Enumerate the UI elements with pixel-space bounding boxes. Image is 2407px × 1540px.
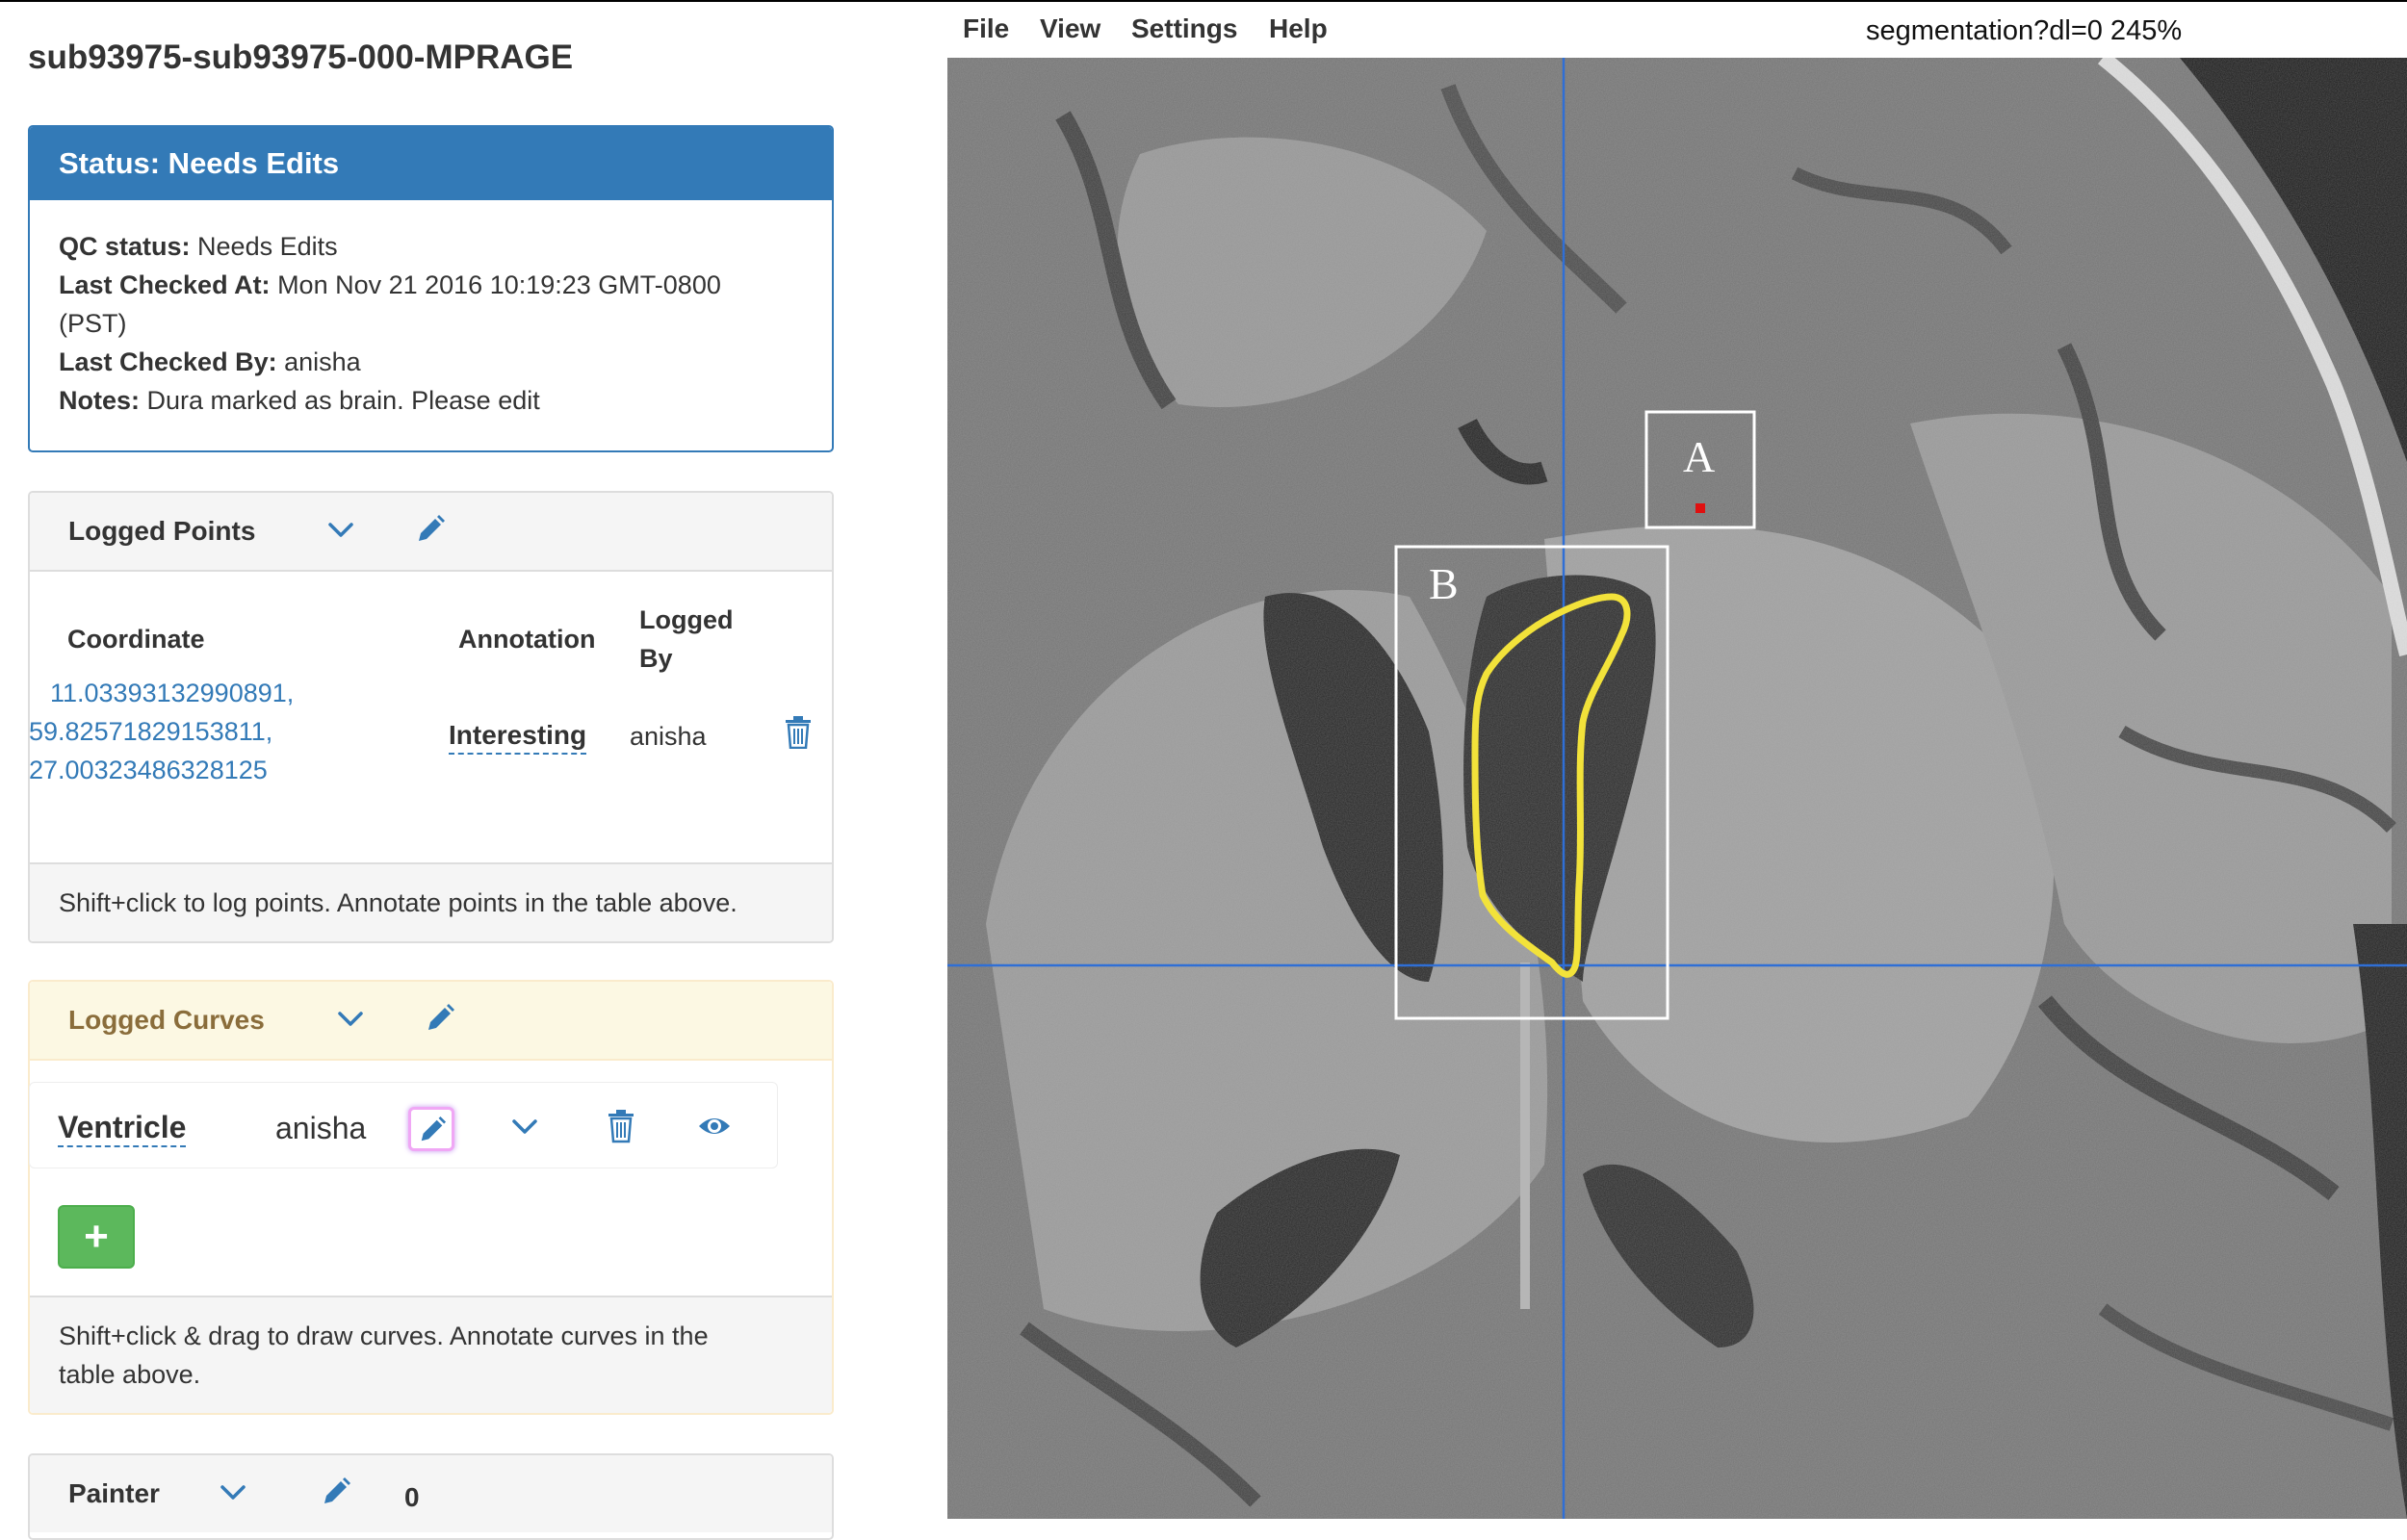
menu-settings[interactable]: Settings: [1131, 13, 1237, 44]
add-curve-button[interactable]: +: [58, 1205, 135, 1269]
chevron-down-icon[interactable]: [508, 1111, 541, 1143]
box-a-label: A: [1683, 432, 1715, 481]
viewer-status-label: segmentation?dl=0 245%: [1866, 15, 2183, 46]
pencil-icon[interactable]: [425, 1003, 455, 1034]
logged-points-title: Logged Points: [68, 516, 256, 546]
pencil-icon[interactable]: [415, 514, 446, 545]
pencil-icon[interactable]: [321, 1476, 351, 1507]
trash-icon[interactable]: [607, 1109, 635, 1143]
last-checked-by-line: Last Checked By: anisha: [59, 343, 803, 381]
status-body: QC status: Needs Edits Last Checked At: …: [30, 200, 832, 420]
col-logged-by-1: Logged: [639, 605, 734, 634]
curves-footer-line-2: table above.: [59, 1360, 201, 1389]
notes-line: Notes: Dura marked as brain. Please edit: [59, 381, 803, 420]
last-checked-at-value: Mon Nov 21 2016 10:19:23 GMT-0800: [277, 270, 721, 299]
curve-edit-button[interactable]: [408, 1107, 454, 1151]
logged-curves-header: Logged Curves: [30, 982, 832, 1061]
qc-status-label: QC status:: [59, 232, 191, 261]
col-annotation: Annotation: [458, 625, 596, 654]
painter-count: 0: [404, 1482, 420, 1512]
logged-curves-title: Logged Curves: [68, 1005, 265, 1035]
col-logged-by-2: By: [639, 644, 673, 673]
last-checked-by-label: Last Checked By:: [59, 347, 277, 376]
menu-help[interactable]: Help: [1269, 13, 1328, 44]
last-checked-by-value: anisha: [284, 347, 361, 376]
logged-points-header: Logged Points: [30, 493, 832, 572]
point-annotation[interactable]: Interesting: [449, 718, 587, 755]
logged-points-footer: Shift+click to log points. Annotate poin…: [30, 862, 832, 941]
curve-user: anisha: [275, 1111, 367, 1145]
mri-slice[interactable]: A B: [947, 58, 2407, 1519]
coord-y[interactable]: 59.82571829153811,: [29, 712, 294, 751]
notes-label: Notes:: [59, 386, 141, 415]
sidebar: sub93975-sub93975-000-MPRAGE Status: Nee…: [0, 0, 867, 1540]
menu-file[interactable]: File: [963, 13, 1009, 44]
trash-icon[interactable]: [784, 716, 813, 749]
status-heading: Status: Needs Edits: [30, 127, 832, 200]
logged-point-marker[interactable]: [1695, 503, 1705, 513]
box-b-label: B: [1429, 559, 1459, 608]
last-checked-at-label: Last Checked At:: [59, 270, 271, 299]
last-checked-at-line: Last Checked At: Mon Nov 21 2016 10:19:2…: [59, 266, 803, 304]
coord-x[interactable]: 11.03393132990891,: [29, 674, 294, 712]
menu-view[interactable]: View: [1040, 13, 1100, 44]
painter-header: Painter: [30, 1455, 832, 1532]
mri-noise: [947, 58, 2407, 1519]
mri-viewer-canvas[interactable]: A B: [947, 58, 2407, 1519]
coord-z[interactable]: 27.00323486328125: [29, 751, 294, 789]
logged-curves-panel: Logged Curves Shift+click & drag to draw…: [28, 980, 834, 1415]
pencil-icon[interactable]: [418, 1116, 447, 1144]
painter-title: Painter: [68, 1478, 160, 1508]
point-logged-by: anisha: [630, 722, 707, 751]
logged-curves-footer: Shift+click & drag to draw curves. Annot…: [30, 1296, 832, 1413]
painter-panel: Painter: [28, 1453, 834, 1540]
qc-status-value: Needs Edits: [197, 232, 338, 261]
chevron-down-icon[interactable]: [334, 1003, 367, 1036]
status-panel: Status: Needs Edits QC status: Needs Edi…: [28, 125, 834, 452]
last-checked-at-tz: (PST): [59, 309, 127, 338]
notes-value: Dura marked as brain. Please edit: [146, 386, 540, 415]
point-coordinate[interactable]: 11.03393132990891, 59.82571829153811, 27…: [29, 674, 294, 789]
qc-status-line: QC status: Needs Edits: [59, 227, 803, 266]
col-coordinate: Coordinate: [67, 625, 205, 654]
chevron-down-icon[interactable]: [217, 1476, 249, 1509]
curves-footer-line-1: Shift+click & drag to draw curves. Annot…: [59, 1322, 709, 1350]
eye-icon[interactable]: [697, 1113, 732, 1140]
chevron-down-icon[interactable]: [324, 514, 357, 547]
curve-name[interactable]: Ventricle: [58, 1109, 187, 1147]
page-title: sub93975-sub93975-000-MPRAGE: [28, 38, 574, 76]
viewer-menubar: File View Settings Help: [947, 0, 2407, 58]
